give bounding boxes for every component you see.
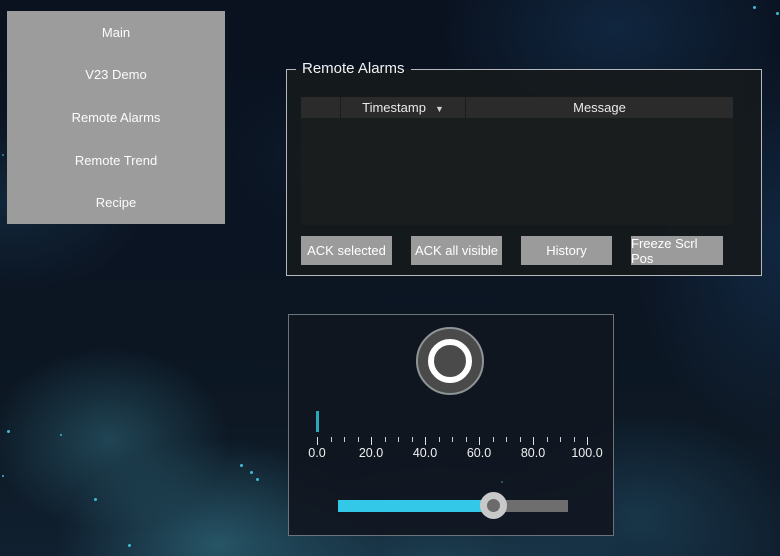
particle-dot [753, 6, 756, 9]
groupbox-title: Remote Alarms [302, 60, 405, 77]
particle-dot [240, 464, 243, 467]
gauge-tick [587, 437, 588, 445]
gauge-tick [492, 437, 494, 442]
value-slider [338, 492, 568, 520]
particle-dot [2, 475, 4, 477]
gauge-tick [371, 437, 372, 445]
sidebar-item-recipe[interactable]: Recipe [7, 181, 225, 224]
alarm-table: Timestamp ▼ Message [301, 97, 733, 225]
column-header-timestamp[interactable]: Timestamp ▼ [341, 97, 466, 118]
gauge-tick [560, 437, 561, 442]
sidebar-item-v23-demo[interactable]: V23 Demo [7, 54, 225, 97]
alarm-table-header: Timestamp ▼ Message [301, 97, 733, 118]
gauge-tick-label: 100.0 [571, 446, 603, 460]
gauge-value-bar [315, 411, 319, 432]
gauge-tick-label: 80.0 [520, 446, 546, 460]
particle-dot [94, 498, 97, 501]
gauge-ticks [317, 437, 588, 446]
particle-dot [7, 430, 10, 433]
column-header-message[interactable]: Message [466, 97, 733, 118]
gauge-tick [357, 437, 359, 442]
gauge-tick [425, 437, 426, 445]
gauge-tick [411, 437, 413, 442]
particle-dot [256, 478, 259, 481]
column-header-state [301, 97, 341, 118]
particle-dot [250, 471, 253, 474]
history-button[interactable]: History [521, 236, 612, 265]
sidebar-item-main[interactable]: Main [7, 11, 225, 54]
gauge-tick-label: 20.0 [358, 446, 384, 460]
round-push-button[interactable] [416, 327, 484, 395]
particle-dot [60, 434, 62, 436]
gauge-labels: 0.0 20.0 40.0 60.0 80.0 100.0 [308, 446, 602, 460]
gauge-tick [519, 437, 521, 442]
gauge-tick-label: 60.0 [466, 446, 492, 460]
gauge-tick-label: 0.0 [308, 446, 326, 460]
sort-descending-icon: ▼ [434, 103, 444, 114]
slider-track[interactable] [338, 500, 568, 512]
gauge-tick [452, 437, 453, 442]
nav-sidebar: Main V23 Demo Remote Alarms Remote Trend… [7, 11, 225, 224]
freeze-scroll-pos-button[interactable]: Freeze Scrl Pos [631, 236, 723, 266]
linear-gauge: 0.0 20.0 40.0 60.0 80.0 100.0 [308, 411, 603, 463]
slider-fill [338, 500, 494, 512]
sidebar-item-remote-trend[interactable]: Remote Trend [7, 139, 225, 182]
gauge-tick [438, 437, 440, 442]
gauge-tick [330, 437, 332, 442]
ack-all-visible-button[interactable]: ACK all visible [411, 236, 502, 265]
slider-knob[interactable] [480, 492, 507, 519]
hmi-screen: Main V23 Demo Remote Alarms Remote Trend… [0, 0, 780, 556]
gauge-tick [573, 437, 575, 442]
alarm-list-area [301, 118, 733, 225]
gauge-tick [384, 437, 386, 442]
particle-dot [501, 481, 503, 483]
gauge-tick [479, 437, 480, 445]
gauge-tick [533, 437, 534, 445]
gauge-tick-label: 40.0 [412, 446, 438, 460]
gauge-tick [317, 437, 318, 445]
particle-dot [2, 154, 4, 156]
particle-dot [128, 544, 131, 547]
push-button-ring-icon [428, 339, 472, 383]
gauge-tick [465, 437, 467, 442]
gauge-tick [398, 437, 399, 442]
ack-selected-button[interactable]: ACK selected [301, 236, 392, 265]
gauge-tick [506, 437, 507, 442]
gauge-tick [344, 437, 345, 442]
column-header-timestamp-label: Timestamp [362, 100, 426, 115]
particle-dot [776, 12, 779, 15]
gauge-tick [546, 437, 548, 442]
sidebar-item-remote-alarms[interactable]: Remote Alarms [7, 96, 225, 139]
